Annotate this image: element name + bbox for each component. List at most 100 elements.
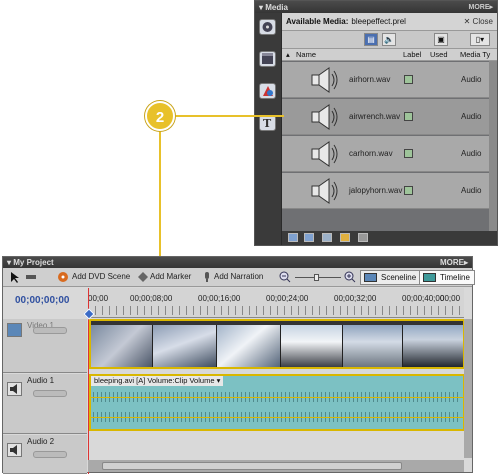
effects-icon[interactable]: [259, 83, 276, 99]
marker-icon: [138, 272, 148, 282]
image-icon: ▣: [437, 35, 445, 44]
video-track-icon[interactable]: [7, 323, 22, 337]
new-document-icon: ▯▾: [475, 35, 485, 44]
scrollbar-thumb[interactable]: [102, 462, 402, 470]
audio-file-icon: [311, 178, 338, 204]
sceneline-button[interactable]: Sceneline: [360, 270, 422, 285]
audio-track-icon[interactable]: [7, 443, 22, 457]
video-track-header: Video 1: [3, 319, 87, 373]
media-panel-titlebar: ▾ Media MORE▸: [255, 1, 497, 13]
track-name: Audio 1: [27, 376, 55, 385]
add-marker-button[interactable]: Add Marker: [150, 272, 191, 281]
media-file-name: airwrench.wav: [349, 112, 401, 121]
timeline-label: Timeline: [440, 273, 470, 282]
callout-leader-horizontal: [175, 115, 284, 117]
ruler-tick-label: 00;00;40;00: [402, 294, 445, 303]
trash-icon[interactable]: [358, 233, 368, 242]
media-sidebar: T: [255, 13, 281, 245]
label-color-swatch: [404, 186, 413, 195]
list-view-icon[interactable]: [288, 233, 298, 242]
list-item[interactable]: carhorn.wav Audio: [282, 136, 497, 172]
new-folder-icon[interactable]: [322, 233, 332, 242]
column-used[interactable]: Used: [430, 50, 448, 59]
film-icon: ▤: [367, 35, 375, 44]
video-thumbnail: [91, 325, 153, 367]
ruler-tick-label: 00;00: [440, 294, 461, 303]
zoom-slider-handle[interactable]: [314, 274, 319, 281]
ruler-tick-label: 00;00;08;00: [130, 294, 173, 303]
audio-file-icon: [311, 104, 338, 130]
available-media-label: Available Media:: [286, 17, 349, 26]
media-type: Audio: [461, 149, 482, 158]
audio-file-icon: [311, 141, 338, 167]
audio1-track-header: Audio 1: [3, 374, 87, 434]
volume-line[interactable]: [91, 397, 463, 398]
media-filter-toolbar: ▤ 🔈 ▣ ▯▾: [282, 31, 497, 49]
ruler-tick-label: 00;00;16;00: [198, 294, 241, 303]
add-narration-button[interactable]: Add Narration: [214, 272, 263, 281]
list-item-selected[interactable]: airwrench.wav Audio: [282, 99, 497, 135]
dvd-scene-icon: [58, 272, 68, 282]
movie-clapper-icon[interactable]: [259, 51, 276, 67]
title-text-icon[interactable]: T: [259, 115, 276, 131]
sceneline-label: Sceneline: [381, 273, 417, 282]
project-titlebar: ▾ My Project MORE▸: [3, 257, 472, 268]
media-footer: [282, 231, 497, 245]
sort-arrow-icon[interactable]: ▴: [286, 50, 290, 59]
video-thumbnail: [153, 325, 217, 367]
timeline-button[interactable]: Timeline: [419, 270, 475, 285]
audio-clip-label[interactable]: bleeping.avi [A] Volume:Clip Volume ▾: [91, 376, 224, 386]
project-file-name: bleepeffect.prel: [351, 17, 406, 26]
media-file-name: airhorn.wav: [349, 75, 391, 84]
list-item[interactable]: airhorn.wav Audio: [282, 62, 497, 98]
column-label[interactable]: Label: [403, 50, 421, 59]
video-thumbnail: [217, 325, 281, 367]
current-timecode[interactable]: 00;00;00;00: [15, 295, 69, 306]
media-scrollbar[interactable]: [489, 61, 497, 231]
ruler-marks: [88, 306, 464, 315]
keyframe-controls[interactable]: [33, 327, 67, 334]
svg-text:T: T: [263, 117, 272, 130]
close-button[interactable]: ✕ Close: [464, 17, 493, 26]
audio-track-icon[interactable]: [7, 382, 22, 396]
project-panel: ▾ My Project MORE▸ Add DVD Scene Add Mar…: [2, 256, 475, 474]
more-menu-button[interactable]: MORE▸: [440, 258, 468, 267]
video-thumbnail: [403, 325, 463, 367]
image-filter-button[interactable]: ▣: [434, 33, 448, 46]
keyframe-controls[interactable]: [33, 451, 67, 458]
more-menu-button[interactable]: MORE▸: [468, 3, 493, 11]
horizontal-scrollbar[interactable]: [88, 460, 464, 472]
video-filter-button[interactable]: ▤: [364, 33, 378, 46]
media-file-name: carhorn.wav: [349, 149, 393, 158]
column-media-type[interactable]: Media Ty: [460, 50, 490, 59]
video-thumbnail: [343, 325, 403, 367]
sceneline-icon: [364, 273, 377, 282]
column-name[interactable]: Name: [296, 50, 316, 59]
vertical-scrollbar[interactable]: [464, 319, 472, 458]
folder-icon[interactable]: [340, 233, 350, 242]
media-panel-title: ▾ Media: [259, 2, 288, 12]
selection-arrow-icon[interactable]: [9, 271, 21, 283]
audio-file-icon: [311, 67, 338, 93]
time-stretch-icon[interactable]: [25, 271, 37, 283]
zoom-out-icon[interactable]: [279, 271, 291, 283]
add-dvd-scene-button[interactable]: Add DVD Scene: [72, 272, 130, 281]
audio-clip[interactable]: bleeping.avi [A] Volume:Clip Volume ▾: [89, 374, 465, 431]
new-item-button[interactable]: ▯▾: [470, 33, 490, 46]
media-header: Available Media: bleepeffect.prel ✕ Clos…: [282, 13, 497, 31]
media-column-headers: ▴ Name Label Used Media Ty: [282, 49, 497, 61]
keyframe-controls[interactable]: [33, 390, 67, 397]
zoom-in-icon[interactable]: [344, 271, 356, 283]
video-thumbnail: [281, 325, 343, 367]
volume-line[interactable]: [91, 417, 463, 418]
audio-filter-button[interactable]: 🔈: [382, 33, 396, 46]
media-file-name: jalopyhorn.wav: [349, 186, 403, 195]
microphone-icon: [205, 272, 209, 282]
time-ruler[interactable]: 00;00 00;00;08;00 00;00;16;00 00;00;24;0…: [88, 288, 464, 318]
label-color-swatch: [404, 75, 413, 84]
timeline-icon: [423, 273, 436, 282]
video-clip[interactable]: [89, 319, 465, 369]
film-reel-icon[interactable]: [259, 19, 276, 35]
icon-view-icon[interactable]: [304, 233, 314, 242]
list-item[interactable]: jalopyhorn.wav Audio: [282, 173, 497, 209]
